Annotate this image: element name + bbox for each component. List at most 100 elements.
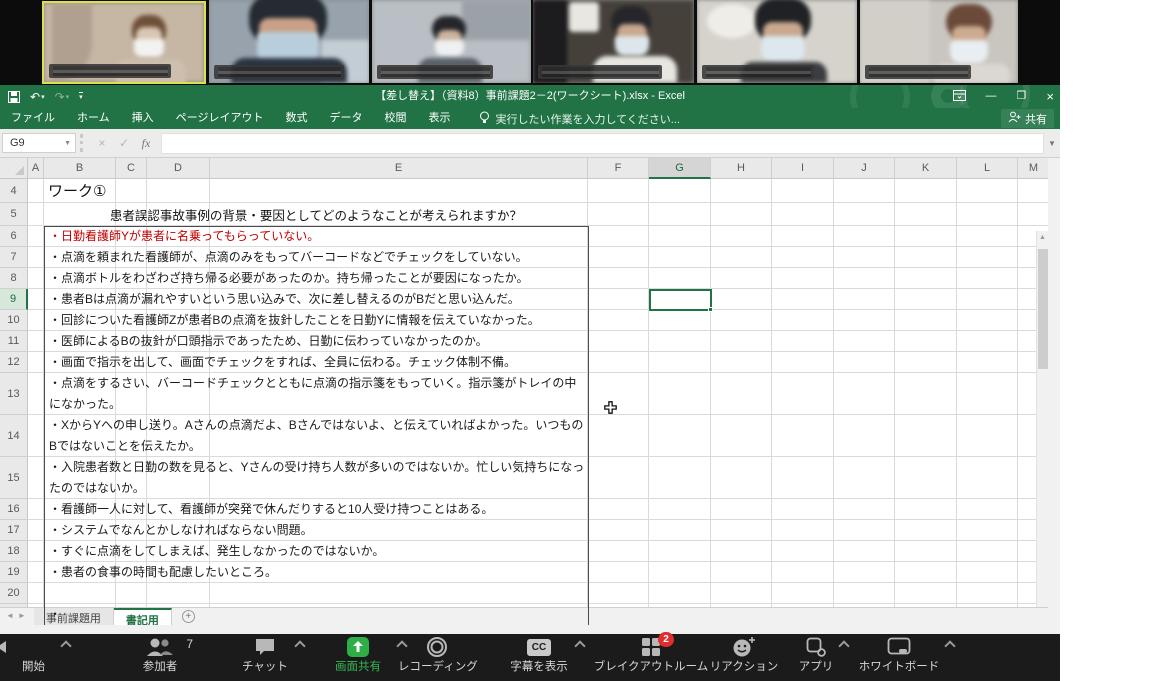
close-button[interactable]: × [1046, 90, 1054, 103]
column-header-J[interactable]: J [834, 158, 895, 179]
participant-video-tile[interactable] [697, 0, 857, 83]
recording-button[interactable]: レコーディング [398, 634, 476, 681]
lightbulb-icon [479, 111, 490, 127]
tab-file[interactable]: ファイル [0, 108, 66, 129]
column-header-L[interactable]: L [957, 158, 1018, 179]
participant-video-tile[interactable] [860, 0, 1018, 83]
row-header-4[interactable]: 4 [0, 179, 28, 203]
column-header-D[interactable]: D [147, 158, 210, 179]
tab-view[interactable]: 表示 [417, 108, 461, 129]
name-box[interactable]: G9▼ [2, 133, 76, 153]
ribbon-display-options-button[interactable] [953, 90, 966, 104]
participant-video-tile[interactable] [42, 1, 206, 84]
column-header-H[interactable]: H [711, 158, 772, 179]
participant-name-mosaic [49, 64, 171, 78]
spreadsheet-grid[interactable]: ABCDEFGHIJKLM 45678910111213141516171819… [0, 158, 1048, 625]
column-header-F[interactable]: F [588, 158, 649, 179]
cell-b5: 患者誤認事故事例の背景・要因としてどのようなことが考えられますか？ [44, 205, 588, 224]
cell-b19: ・患者の食事の時間も配慮したいところ。 [44, 562, 588, 583]
row-header-5[interactable]: 5 [0, 203, 28, 226]
enter-icon[interactable]: ✓ [113, 136, 135, 150]
apps-button[interactable]: アプリ [786, 634, 846, 681]
scrollbar-thumb[interactable] [1038, 249, 1048, 369]
column-header-G[interactable]: G [649, 158, 711, 179]
chevron-up-icon[interactable] [944, 640, 955, 651]
row-header-19[interactable]: 19 [0, 562, 28, 583]
row-header-14[interactable]: 14 [0, 415, 28, 457]
row-header-15[interactable]: 15 [0, 457, 28, 499]
minimize-button[interactable]: — [986, 91, 997, 102]
chevron-up-icon[interactable] [838, 640, 849, 651]
whiteboard-icon [856, 634, 942, 660]
tab-insert[interactable]: 挿入 [121, 108, 165, 129]
sheet-nav-arrows[interactable]: ◄► [0, 608, 34, 620]
tab-review[interactable]: 校閲 [373, 108, 417, 129]
share-button[interactable]: 共有 [1001, 109, 1054, 128]
column-header-E[interactable]: E [210, 158, 588, 179]
column-header-B[interactable]: B [44, 158, 116, 179]
participant-name-mosaic [214, 65, 344, 79]
share-person-icon [1008, 111, 1021, 126]
select-all-corner[interactable] [0, 158, 28, 179]
row-header-11[interactable]: 11 [0, 331, 28, 352]
formula-bar-expand-icon[interactable]: ▼ [1044, 139, 1060, 148]
tab-data[interactable]: データ [318, 108, 373, 129]
name-box-dropdown-icon[interactable]: ▼ [64, 140, 71, 147]
column-header-K[interactable]: K [895, 158, 957, 179]
row-header-18[interactable]: 18 [0, 541, 28, 562]
fill-handle[interactable] [708, 307, 713, 312]
cancel-icon[interactable]: × [91, 136, 113, 150]
vertical-scrollbar[interactable]: ▲ [1036, 231, 1048, 625]
row-header-7[interactable]: 7 [0, 247, 28, 268]
row-header-6[interactable]: 6 [0, 226, 28, 247]
participant-video-tile[interactable] [533, 0, 694, 83]
cell-b10: ・回診についた看護師Zが患者Bの点滴を抜針したことを日勤Yに情報を伝えていなかっ… [44, 310, 588, 331]
gridline [1017, 179, 1018, 625]
chevron-up-icon[interactable] [60, 640, 71, 651]
column-header-A[interactable]: A [28, 158, 44, 179]
tab-page-layout[interactable]: ページレイアウト [165, 108, 275, 129]
formula-input[interactable] [161, 133, 1044, 154]
participants-button[interactable]: 7 参加者 [115, 634, 205, 681]
tab-home[interactable]: ホーム [66, 108, 121, 129]
row-header-8[interactable]: 8 [0, 268, 28, 289]
captions-button[interactable]: CC 字幕を表示 [494, 634, 584, 681]
row-header-12[interactable]: 12 [0, 352, 28, 373]
window-title: 【差し替え】（資料8）事前課題2－2(ワークシート).xlsx - Excel [0, 85, 1060, 108]
row-header-16[interactable]: 16 [0, 499, 28, 520]
start-video-button[interactable]: 開始 [0, 634, 86, 681]
tell-me-box[interactable]: 実行したい作業を入力してください... [479, 111, 680, 127]
participant-video-tile[interactable] [372, 0, 531, 83]
excel-titlebar: ↶▾ ↷▾ ▾ 【差し替え】（資料8）事前課題2－2(ワークシート).xlsx … [0, 85, 1060, 108]
excel-window: ↶▾ ↷▾ ▾ 【差し替え】（資料8）事前課題2－2(ワークシート).xlsx … [0, 85, 1060, 643]
column-header-M[interactable]: M [1018, 158, 1048, 179]
restore-button[interactable]: ❐ [1017, 91, 1027, 102]
cells-area[interactable]: ワーク① 患者誤認事故事例の背景・要因としてどのようなことが考えられますか？ ・… [28, 179, 1048, 625]
chevron-up-icon[interactable] [574, 640, 585, 651]
participant-video-tile[interactable] [209, 0, 369, 83]
selected-cell-g9[interactable] [649, 289, 712, 311]
scroll-up-icon[interactable]: ▲ [1037, 231, 1048, 241]
row-header-9[interactable]: 9 [0, 289, 28, 310]
chevron-up-icon[interactable] [294, 640, 305, 651]
cell-b14: ・XからYへの申し送り。Aさんの点滴だよ、Bさんではないよ、と伝えていればよかっ… [44, 415, 588, 457]
cell-b13: ・点滴をするさい、バーコードチェックとともに点滴の指示箋をもっていく。指示箋がト… [44, 373, 588, 415]
gridline [956, 179, 957, 625]
zoom-toolbar: 開始 7 参加者 チャット 画面共有 [0, 634, 1060, 681]
row-header-17[interactable]: 17 [0, 520, 28, 541]
ribbon-tab-row: ファイル ホーム 挿入 ページレイアウト 数式 データ 校閲 表示 実行したい作… [0, 108, 1060, 129]
whiteboard-button[interactable]: ホワイトボード [856, 634, 942, 681]
cell-b9: ・患者Bは点滴が漏れやすいという思い込みで、次に差し替えるのがBだと思い込んだ。 [44, 289, 588, 310]
breakout-rooms-button[interactable]: 2 ブレイクアウトルーム [592, 634, 710, 681]
row-header-13[interactable]: 13 [0, 373, 28, 415]
column-header-I[interactable]: I [772, 158, 834, 179]
row-header-20[interactable]: 20 [0, 583, 28, 604]
tab-formulas[interactable]: 数式 [274, 108, 318, 129]
chat-button[interactable]: チャット [222, 634, 308, 681]
row-header-10[interactable]: 10 [0, 310, 28, 331]
insert-function-icon[interactable]: fx [135, 136, 157, 151]
reactions-button[interactable]: リアクション [706, 634, 782, 681]
reactions-icon [706, 634, 782, 660]
share-screen-button[interactable]: 画面共有 [318, 634, 398, 681]
column-header-C[interactable]: C [116, 158, 147, 179]
